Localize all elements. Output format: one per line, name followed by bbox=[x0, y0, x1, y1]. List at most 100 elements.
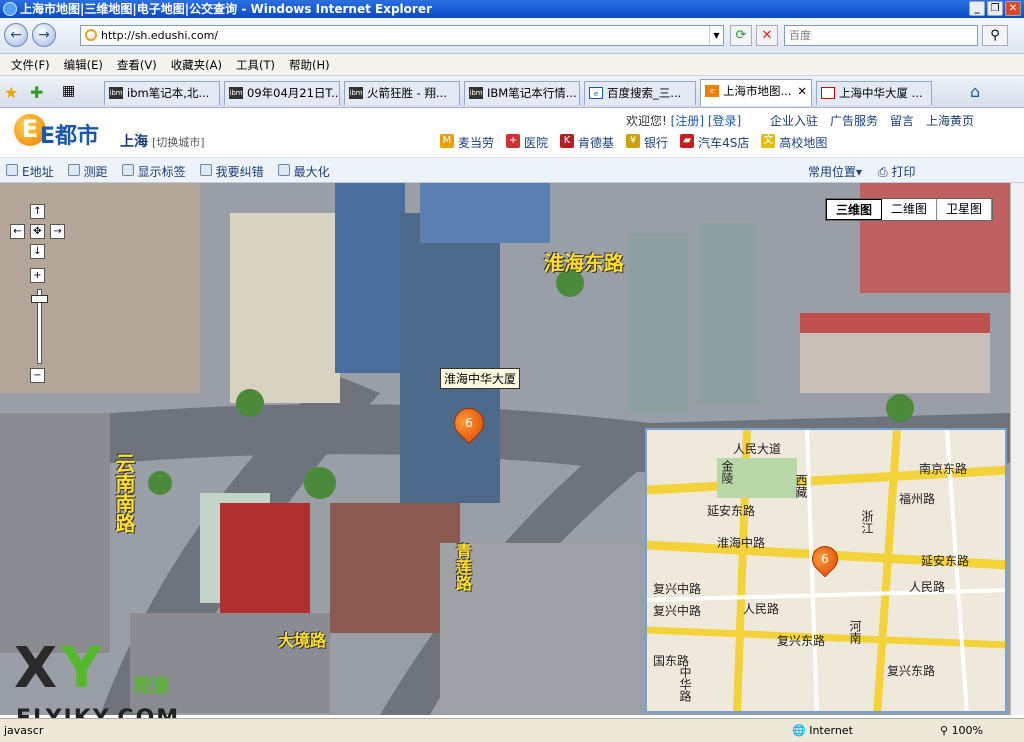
search-icon[interactable]: ⚲ bbox=[982, 25, 1008, 46]
tab-label: 百度搜索_三... bbox=[607, 86, 682, 100]
tab-2d-map[interactable]: 二维图 bbox=[882, 199, 938, 220]
tab-6-active[interactable]: e 上海市地图... ✕ bbox=[700, 79, 812, 106]
minimap-street: 南京东路 bbox=[919, 462, 968, 476]
common-location-dropdown[interactable]: 常用位置▾ bbox=[808, 163, 862, 180]
switch-city-link[interactable]: [切换城市] bbox=[152, 134, 205, 150]
stop-icon[interactable]: ✕ bbox=[756, 25, 778, 46]
back-button[interactable]: ← bbox=[4, 23, 28, 47]
menu-help[interactable]: 帮助(H) bbox=[282, 57, 337, 73]
tab-favicon-icon bbox=[821, 87, 835, 99]
login-link[interactable]: [登录] bbox=[708, 114, 741, 128]
tab-3[interactable]: ibm 火箭狂胜 - 翔... bbox=[344, 81, 460, 105]
tab-favicon-icon: ibm bbox=[229, 87, 243, 99]
ie-page-icon bbox=[85, 29, 97, 41]
marker-number: 6 bbox=[465, 416, 473, 430]
menu-file[interactable]: 文件(F) bbox=[4, 57, 57, 73]
tab-3d-map[interactable]: 三维图 bbox=[826, 199, 883, 220]
menu-view[interactable]: 查看(V) bbox=[110, 57, 164, 73]
category-university[interactable]: 文高校地图 bbox=[761, 134, 827, 151]
maximize-map-button[interactable]: 最大化 bbox=[277, 163, 330, 180]
wrench-icon bbox=[199, 164, 212, 176]
add-favorite-icon[interactable]: ✚ bbox=[30, 83, 43, 102]
ruler-icon bbox=[67, 164, 80, 176]
tab-4[interactable]: ibm IBM笔记本行情... bbox=[464, 81, 580, 105]
search-input[interactable]: 百度 bbox=[784, 25, 978, 46]
block-w bbox=[0, 413, 110, 653]
tab-favicon-icon: e bbox=[589, 87, 603, 99]
vertical-scrollbar[interactable] bbox=[1010, 183, 1024, 715]
menu-favorites[interactable]: 收藏夹(A) bbox=[164, 57, 229, 73]
minimap-street: 浙江 bbox=[860, 510, 874, 534]
category-hospital[interactable]: + 医院 bbox=[506, 134, 548, 151]
register-link[interactable]: [注册] bbox=[671, 114, 704, 128]
url-dropdown-icon[interactable]: ▼ bbox=[709, 26, 723, 45]
zoom-out-icon[interactable]: − bbox=[30, 368, 45, 383]
print-button[interactable]: ⎙ 打印 bbox=[878, 163, 915, 180]
map-toolbar: E地址 测距 显示标签 我要纠错 最大化 常用位置▾ ⎙ 打印 bbox=[0, 158, 1024, 183]
pan-down-icon[interactable]: ↓ bbox=[30, 244, 45, 259]
close-button[interactable]: ✕ bbox=[1005, 1, 1021, 16]
zoom-in-icon[interactable]: + bbox=[30, 268, 45, 283]
mcdonalds-icon: M bbox=[440, 134, 454, 148]
minimize-button[interactable]: _ bbox=[969, 1, 985, 16]
message-link[interactable]: 留言 bbox=[890, 112, 914, 129]
url-text: http://sh.edushi.com/ bbox=[101, 29, 219, 42]
huaihai-zhonghua-tower bbox=[400, 213, 500, 503]
window-title: 上海市地图|三维地图|电子地图|公交查询 - Windows Internet … bbox=[20, 2, 432, 16]
ad-service-link[interactable]: 广告服务 bbox=[830, 112, 878, 129]
pan-center-icon[interactable]: ✥ bbox=[30, 224, 45, 239]
tab-1[interactable]: ibm ibm笔记本,北... bbox=[104, 81, 220, 105]
url-input[interactable]: http://sh.edushi.com/ ▼ bbox=[80, 25, 724, 46]
maximize-button[interactable]: ❐ bbox=[987, 1, 1003, 16]
show-labels-button[interactable]: 显示标签 bbox=[121, 163, 186, 180]
tab-7[interactable]: 上海中华大厦 ... bbox=[816, 81, 932, 105]
quick-tabs-icon[interactable]: ▦ bbox=[62, 83, 75, 99]
twin-tower-right bbox=[698, 223, 758, 403]
category-kfc[interactable]: K 肯德基 bbox=[560, 134, 614, 151]
enterprise-link[interactable]: 企业入驻 bbox=[770, 112, 818, 129]
forward-button[interactable]: → bbox=[32, 23, 56, 47]
zoom-level[interactable]: ⚲ 100% bbox=[940, 724, 983, 737]
e-address-button[interactable]: E地址 bbox=[6, 163, 54, 180]
category-mcdonalds[interactable]: M 麦当劳 bbox=[440, 134, 494, 151]
minimap-street: 复兴东路 bbox=[887, 664, 936, 678]
favorites-star-icon[interactable]: ★ bbox=[4, 83, 18, 102]
overview-minimap[interactable]: 人民大道 南京东路 福州路 延安东路 淮海中路 延安东路 人民路 复兴中路 复兴… bbox=[645, 428, 1007, 713]
watermark-y: Y bbox=[61, 636, 106, 701]
site-logo[interactable]: E E都市 bbox=[14, 112, 100, 154]
toolbar-label: 最大化 bbox=[293, 165, 330, 179]
kfc-icon: K bbox=[560, 134, 575, 148]
tab-2[interactable]: ibm 09年04月21日T... bbox=[224, 81, 340, 105]
address-bar: ← → http://sh.edushi.com/ ▼ ⟳ ✕ 百度 ⚲ bbox=[0, 18, 1024, 54]
globe-icon: 🌐 bbox=[792, 724, 810, 737]
tree bbox=[304, 467, 336, 499]
tab-satellite-map[interactable]: 卫星图 bbox=[937, 199, 993, 220]
zoom-slider-thumb[interactable] bbox=[31, 295, 48, 303]
tab-label: 上海市地图... bbox=[723, 84, 792, 98]
tab-close-icon[interactable]: ✕ bbox=[797, 80, 807, 102]
report-error-button[interactable]: 我要纠错 bbox=[199, 163, 264, 180]
tab-5[interactable]: e 百度搜索_三... bbox=[584, 81, 696, 105]
printer-icon: ⎙ bbox=[878, 165, 892, 179]
university-icon: 文 bbox=[761, 134, 776, 148]
category-bank[interactable]: ¥ 银行 bbox=[626, 134, 668, 151]
map-view-tabs: 三维图 二维图 卫星图 bbox=[825, 198, 994, 221]
pan-left-icon[interactable]: ← bbox=[10, 224, 25, 239]
menu-bar: 文件(F) 编辑(E) 查看(V) 收藏夹(A) 工具(T) 帮助(H) bbox=[0, 54, 1024, 76]
menu-tools[interactable]: 工具(T) bbox=[229, 57, 282, 73]
toolbar-label: 测距 bbox=[83, 165, 108, 179]
road-label-huaihai-east: 淮海东路 bbox=[544, 251, 624, 275]
refresh-icon[interactable]: ⟳ bbox=[730, 25, 752, 46]
building-label[interactable]: 淮海中华大厦 bbox=[440, 368, 521, 389]
e-address-icon bbox=[6, 164, 18, 176]
minimap-street: 人民路 bbox=[743, 602, 780, 616]
tab-bar: ★ ✚ ▦ ibm ibm笔记本,北... ibm 09年04月21日T... ib… bbox=[0, 76, 1024, 108]
pan-right-icon[interactable]: → bbox=[50, 224, 65, 239]
category-car-4s[interactable]: ▰ 汽车4S店 bbox=[680, 134, 749, 151]
measure-button[interactable]: 测距 bbox=[67, 163, 108, 180]
menu-edit[interactable]: 编辑(E) bbox=[57, 57, 110, 73]
toolbar-label: E地址 bbox=[22, 165, 54, 179]
pan-up-icon[interactable]: ↑ bbox=[30, 204, 45, 219]
yellowpages-link[interactable]: 上海黄页 bbox=[926, 112, 974, 129]
home-icon[interactable]: ⌂ bbox=[970, 82, 980, 101]
